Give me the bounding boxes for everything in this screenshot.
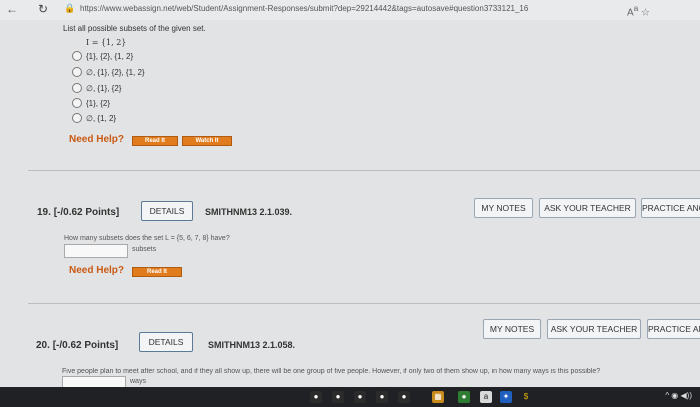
radio-button[interactable] [72,67,82,77]
q19-ask-teacher-button[interactable]: ASK YOUR TEACHER [539,198,636,218]
q20-number: 20. [-/0.62 Points] [36,340,119,351]
divider [28,303,700,304]
q18-option-5[interactable]: ∅, {1, 2} [72,113,116,123]
taskbar-app-icon[interactable]: ● [332,391,344,403]
q19-answer-input[interactable] [64,244,128,258]
divider [28,170,700,171]
q19-practice-button[interactable]: PRACTICE ANOTHER [641,198,700,218]
reload-icon[interactable]: ↻ [38,2,48,16]
q20-details-button[interactable]: DETAILS [139,332,193,352]
taskbar-app-icon[interactable]: ▦ [432,391,444,403]
q19-question: How many subsets does the set L = {5, 6,… [64,235,230,242]
q18-prompt: List all possible subsets of the given s… [63,24,206,33]
assignment-page: List all possible subsets of the given s… [0,20,700,390]
q20-my-notes-button[interactable]: MY NOTES [483,319,541,339]
radio-button[interactable] [72,113,82,123]
q18-need-help: Need Help? [69,134,125,145]
radio-button[interactable] [72,98,82,108]
q19-number: 19. [-/0.62 Points] [37,207,120,218]
q19-my-notes-button[interactable]: MY NOTES [474,198,533,218]
taskbar-app-icon[interactable]: a [480,391,492,403]
q20-unit: ways [130,378,146,385]
radio-button[interactable] [72,83,82,93]
q19-details-button[interactable]: DETAILS [141,201,193,221]
q19-code: SMITHNM13 2.1.039. [205,207,293,217]
q18-option-4[interactable]: {1}, {2} [72,98,110,108]
taskbar-app-icon[interactable]: ✦ [500,391,512,403]
taskbar-app-icon[interactable]: ● [458,391,470,403]
q20-question: Five people plan to meet after school, a… [62,368,601,375]
os-taskbar: ● ● ● ● ● ▦ ● a ✦ $ ^ ◉ ◀)) [0,387,700,407]
q18-option-3[interactable]: ∅, {1}, {2} [72,83,121,93]
q20-code: SMITHNM13 2.1.058. [208,340,296,350]
taskbar-app-icon[interactable]: ● [310,391,322,403]
taskbar-app-icon[interactable]: $ [520,391,532,403]
lock-icon: 🔒 [64,3,76,13]
q20-ask-teacher-button[interactable]: ASK YOUR TEACHER [547,319,641,339]
q18-option-2[interactable]: ∅, {1}, {2}, {1, 2} [72,67,145,77]
browser-toolbar: ← ↻ 🔒 https://www.webassign.net/web/Stud… [0,0,700,21]
q18-watch-it-button[interactable]: Watch It [182,136,232,146]
q19-read-it-button[interactable]: Read It [132,267,182,277]
q18-option-1[interactable]: {1}, {2}, {1, 2} [72,51,133,61]
q19-need-help: Need Help? [69,265,125,276]
taskbar-app-icon[interactable]: ● [354,391,366,403]
q18-read-it-button[interactable]: Read It [132,136,178,146]
back-arrow-icon[interactable]: ← [6,2,18,16]
taskbar-app-icon[interactable]: ● [398,391,410,403]
radio-button[interactable] [72,51,82,61]
q18-set: I = {1, 2} [86,38,127,47]
taskbar-app-icon[interactable]: ● [376,391,388,403]
q19-unit: subsets [132,246,157,253]
address-bar[interactable]: https://www.webassign.net/web/Student/As… [80,4,600,13]
q20-practice-button[interactable]: PRACTICE ANOTHER [647,319,700,339]
system-tray[interactable]: ^ ◉ ◀)) [665,391,692,400]
toolbar-icons[interactable]: Aa ☆ [627,3,650,18]
